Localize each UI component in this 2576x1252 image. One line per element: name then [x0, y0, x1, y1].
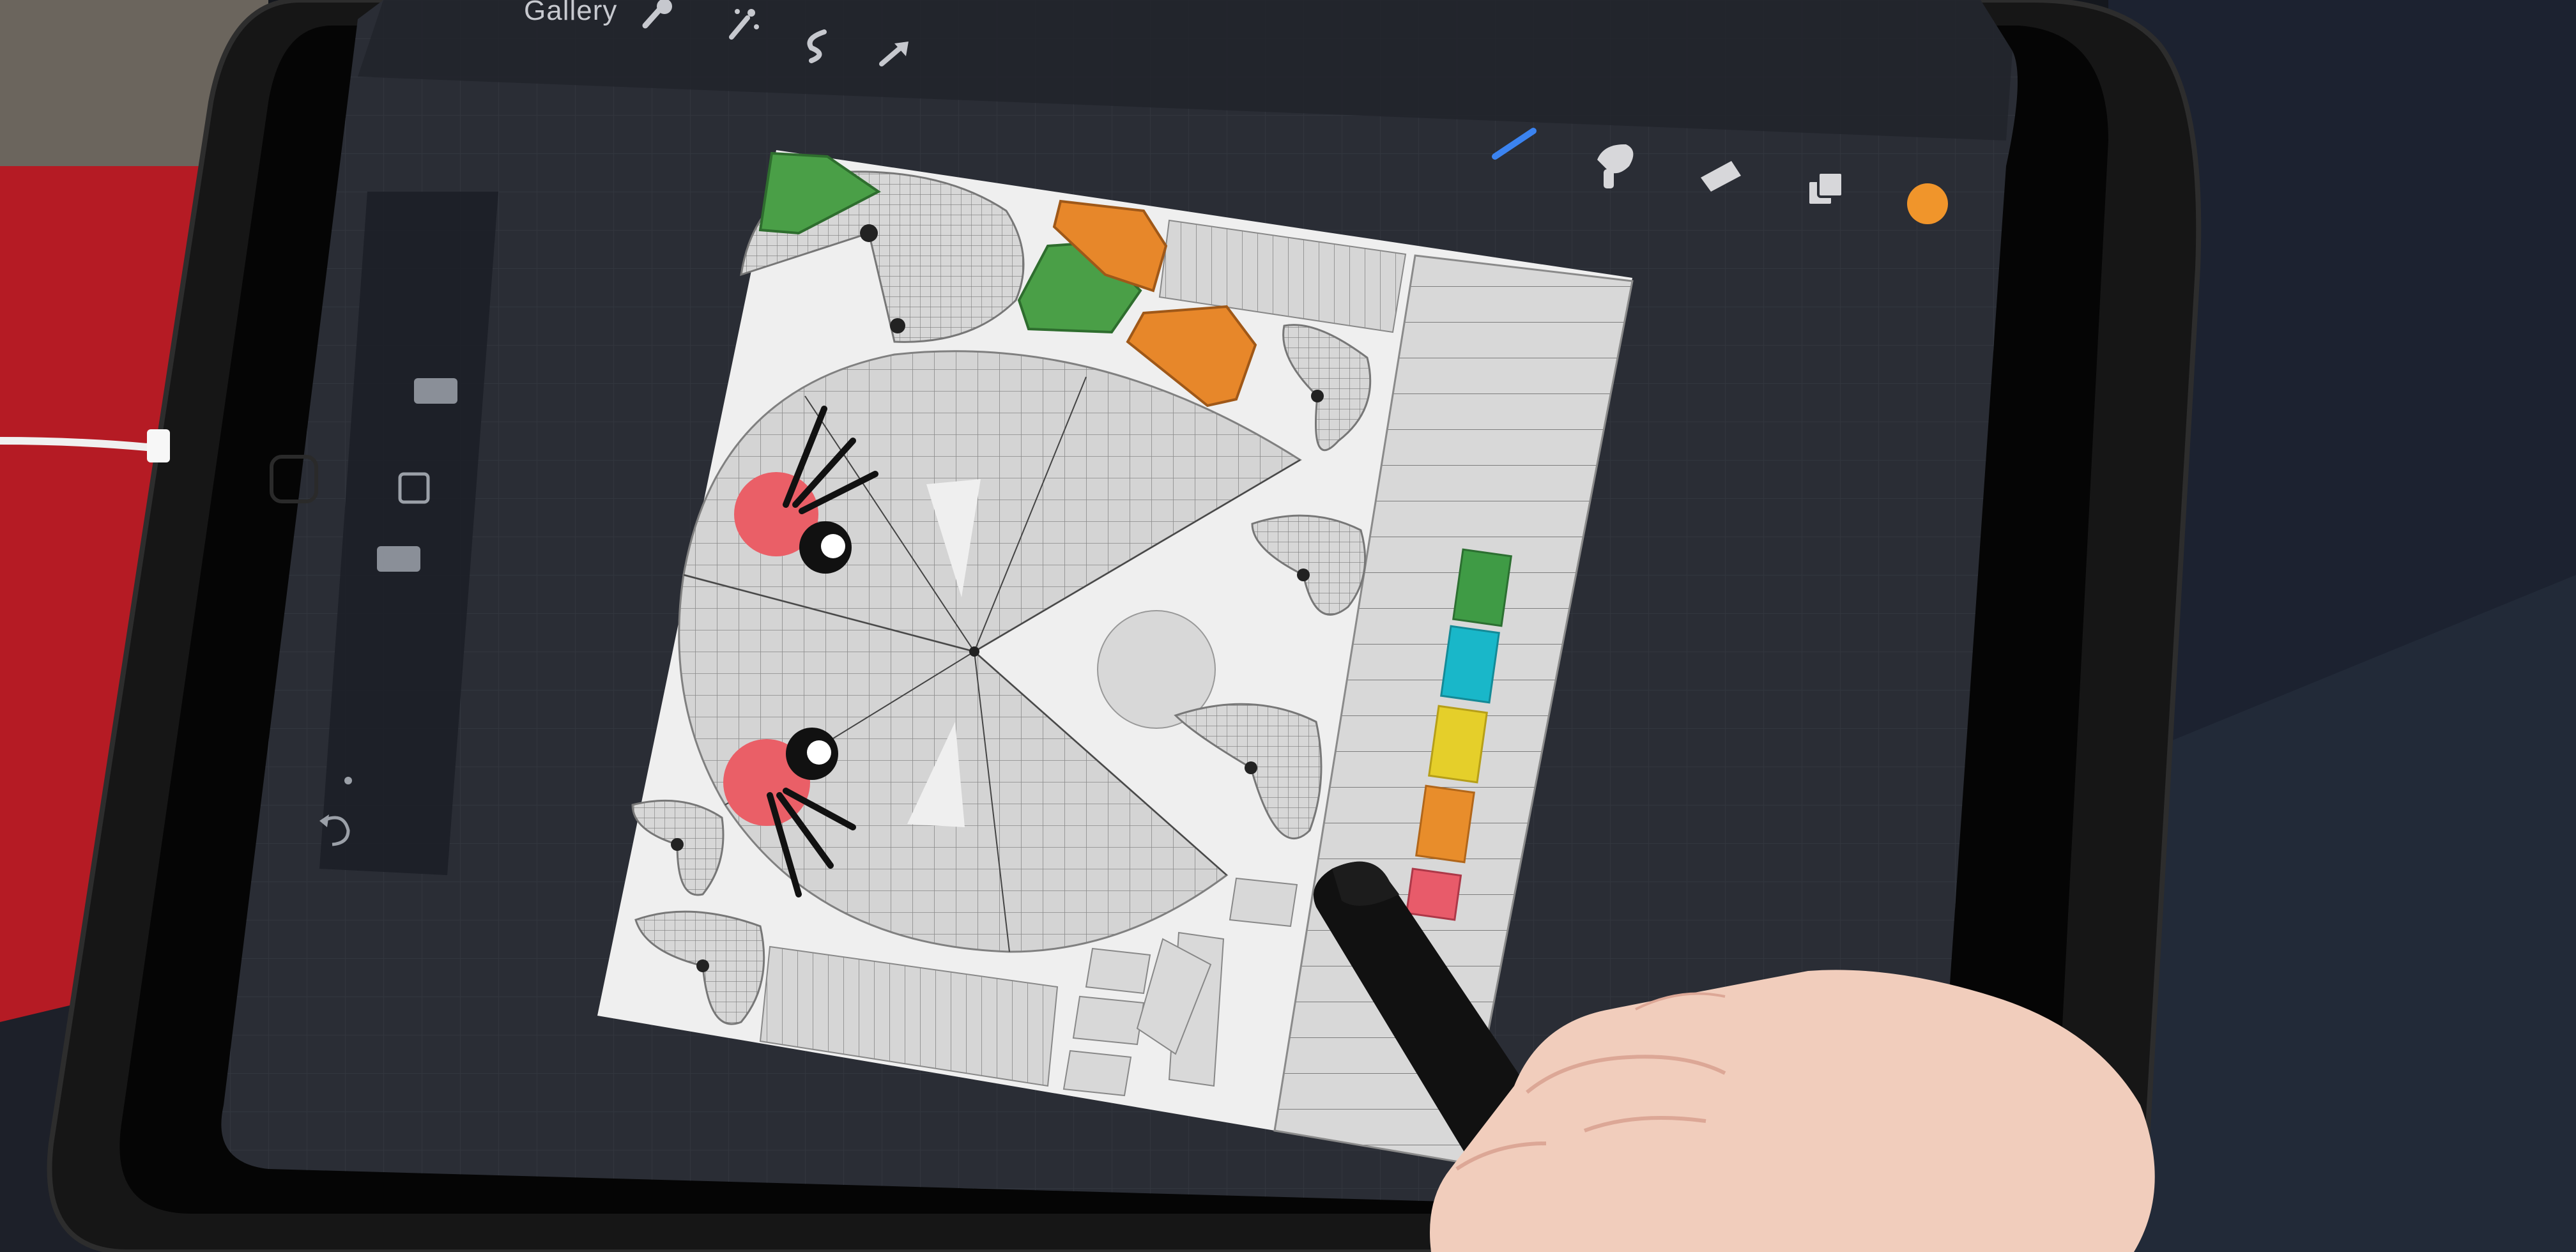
opacity-slider-handle[interactable]: [377, 546, 420, 572]
drawing-canvas[interactable]: [597, 150, 1634, 1164]
gallery-button[interactable]: Gallery: [524, 0, 617, 27]
photo-scene: [0, 0, 2576, 1252]
color-swatch-button[interactable]: [1907, 183, 1948, 224]
brush-size-slider-handle[interactable]: [414, 378, 457, 404]
